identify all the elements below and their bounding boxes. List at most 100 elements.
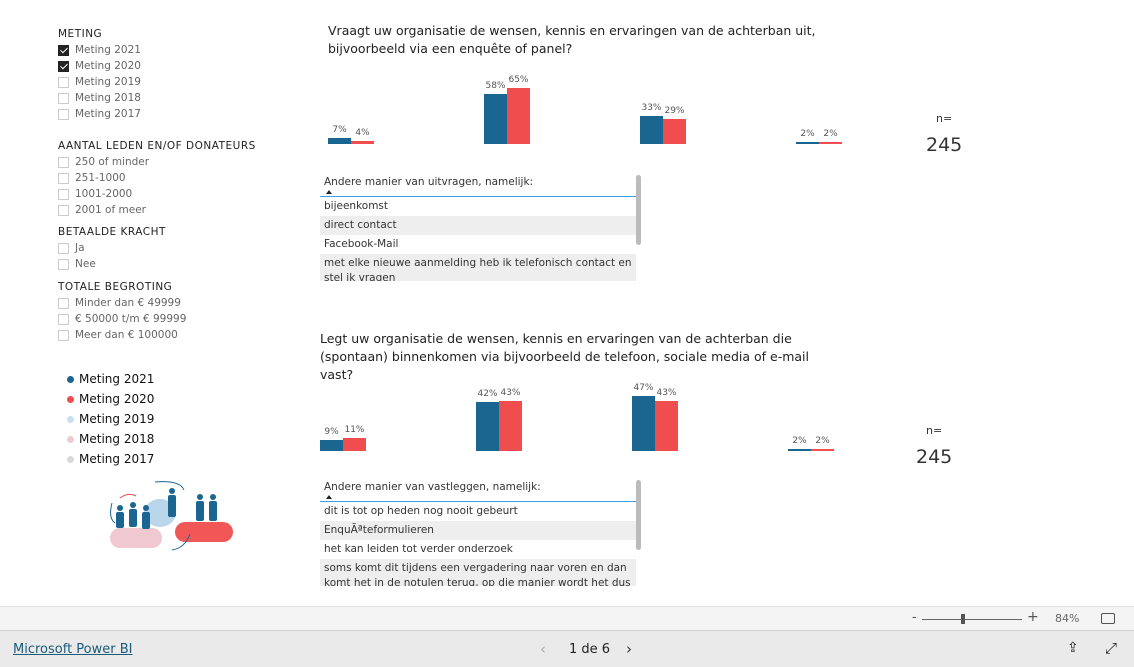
bar-meting-2021[interactable] (788, 448, 811, 451)
data-label: 2% (823, 129, 838, 139)
bar-meting-2021[interactable] (484, 94, 507, 144)
data-label: 11% (344, 425, 365, 436)
table-body: dit is tot op heden nog nooit gebeurt Enq… (320, 502, 636, 586)
data-label: 9% (324, 427, 339, 438)
filter-option[interactable]: 250 of minder (58, 154, 149, 170)
fullscreen-icon[interactable]: ⤢ (1105, 639, 1117, 657)
checkbox[interactable] (58, 108, 69, 120)
legend-item: Meting 2020 (67, 392, 154, 406)
bar-meting-2021[interactable] (328, 137, 351, 144)
table-row: met elke nieuwe aanmelding heb ik telefo… (320, 254, 636, 281)
checkbox[interactable] (58, 242, 69, 254)
page-indicator: 1 de 6 (569, 642, 611, 657)
filter-option[interactable]: Meting 2021 (58, 42, 141, 58)
filter-option-label: € 50000 t/m € 99999 (75, 313, 187, 325)
share-icon[interactable]: ⇪ (1067, 640, 1079, 656)
filter-option[interactable]: Meting 2019 (58, 74, 141, 90)
table-row: bijeenkomst (324, 200, 389, 212)
data-label: 2% (800, 129, 815, 139)
filter-option[interactable]: 251-1000 (58, 170, 126, 186)
filter-option[interactable]: Meting 2017 (58, 106, 141, 122)
checkbox[interactable] (58, 76, 69, 88)
bar-meting-2020[interactable] (811, 448, 834, 451)
checkbox[interactable] (58, 258, 69, 270)
filter-option-label: Meting 2019 (75, 76, 141, 88)
previous-page-icon[interactable]: ‹ (540, 640, 546, 658)
table-scrollbar[interactable] (636, 480, 641, 550)
filter-option[interactable]: Meting 2018 (58, 90, 141, 106)
checkbox[interactable] (58, 44, 69, 56)
bar-meting-2020[interactable] (351, 140, 374, 144)
power-bi-link[interactable]: Microsoft Power BI (13, 642, 132, 657)
bar-meting-2020[interactable] (507, 88, 530, 144)
filter-option[interactable]: Ja (58, 240, 85, 256)
filter-option[interactable]: Minder dan € 49999 (58, 295, 181, 311)
checkbox[interactable] (58, 172, 69, 184)
legend-dot (67, 435, 74, 443)
data-label: 58% (485, 81, 506, 92)
chart-title: Legt uw organisatie de wensen, kennis en… (320, 331, 810, 382)
table-scrollbar[interactable] (636, 175, 641, 245)
filter-option-label: Ja (75, 242, 85, 254)
bar-meting-2020[interactable] (655, 400, 678, 451)
legend-label: Meting 2020 (79, 392, 155, 406)
checkbox[interactable] (58, 297, 69, 309)
next-page-icon[interactable]: › (626, 640, 632, 658)
response-table: Andere manier van uitvragen, namelijk: bi… (320, 173, 636, 281)
filter-option-label: Meer dan € 100000 (75, 329, 178, 341)
zoom-in-button[interactable]: + (1027, 609, 1039, 625)
bar-meting-2021[interactable] (632, 396, 655, 451)
filter-option[interactable]: Meting 2020 (58, 58, 141, 74)
filter-title: METING (58, 28, 103, 40)
zoom-slider-handle[interactable] (961, 614, 965, 624)
bar-meting-2021[interactable] (640, 115, 663, 144)
bar-meting-2021[interactable] (320, 440, 343, 451)
legend-dot (67, 395, 74, 403)
legend-item: Meting 2017 (67, 452, 154, 466)
filter-option[interactable]: Nee (58, 256, 96, 272)
table-row: EnquÃªteformulieren (320, 521, 636, 540)
filter-option[interactable]: 2001 of meer (58, 202, 146, 218)
bar-meting-2020[interactable] (663, 119, 686, 144)
zoom-slider[interactable] (922, 619, 1022, 620)
zoom-out-button[interactable]: - (912, 610, 917, 625)
data-label: 4% (355, 127, 370, 138)
data-label: 2% (815, 435, 830, 446)
bar-meting-2020[interactable] (343, 438, 366, 451)
checkbox[interactable] (58, 313, 69, 325)
checkbox[interactable] (58, 60, 69, 72)
checkbox[interactable] (58, 204, 69, 216)
n-label: n= (936, 112, 953, 125)
legend-label: Meting 2021 (79, 372, 155, 386)
legend-dot (67, 455, 74, 463)
bar-meting-2020[interactable] (819, 142, 842, 144)
zoom-bar: - + 84% (0, 606, 1134, 631)
chart-title: Vraagt uw organisatie de wensen, kennis … (328, 23, 816, 56)
bar-meting-2020[interactable] (499, 400, 522, 451)
table-header[interactable]: Andere manier van vastleggen, namelijk: (320, 478, 636, 502)
filter-option[interactable]: 1001-2000 (58, 186, 132, 202)
filter-title: TOTALE BEGROTING (58, 281, 173, 293)
filter-title: BETAALDE KRACHT (58, 226, 166, 238)
fit-to-page-icon[interactable] (1101, 613, 1115, 624)
filter-option[interactable]: Meer dan € 100000 (58, 327, 178, 343)
table-body: bijeenkomst direct contact Facebook-Mail me… (320, 197, 636, 281)
legend-label: Meting 2019 (79, 412, 155, 426)
bar-meting-2021[interactable] (796, 142, 819, 144)
checkbox[interactable] (58, 329, 69, 341)
checkbox[interactable] (58, 156, 69, 168)
n-value: 245 (916, 446, 953, 468)
table-row: direct contact (320, 216, 636, 235)
checkbox[interactable] (58, 92, 69, 104)
data-label: 29% (664, 106, 685, 117)
legend-dot (67, 375, 74, 383)
checkbox[interactable] (58, 188, 69, 200)
bar-meting-2021[interactable] (476, 401, 499, 451)
table-header[interactable]: Andere manier van uitvragen, namelijk: (320, 173, 636, 197)
n-value: 245 (926, 134, 963, 156)
people-illustration (110, 481, 233, 551)
filter-option-label: 250 of minder (75, 156, 150, 168)
filter-option[interactable]: € 50000 t/m € 99999 (58, 311, 186, 327)
filter-option-label: Minder dan € 49999 (75, 297, 181, 309)
response-table: Andere manier van vastleggen, namelijk: d… (320, 478, 636, 586)
